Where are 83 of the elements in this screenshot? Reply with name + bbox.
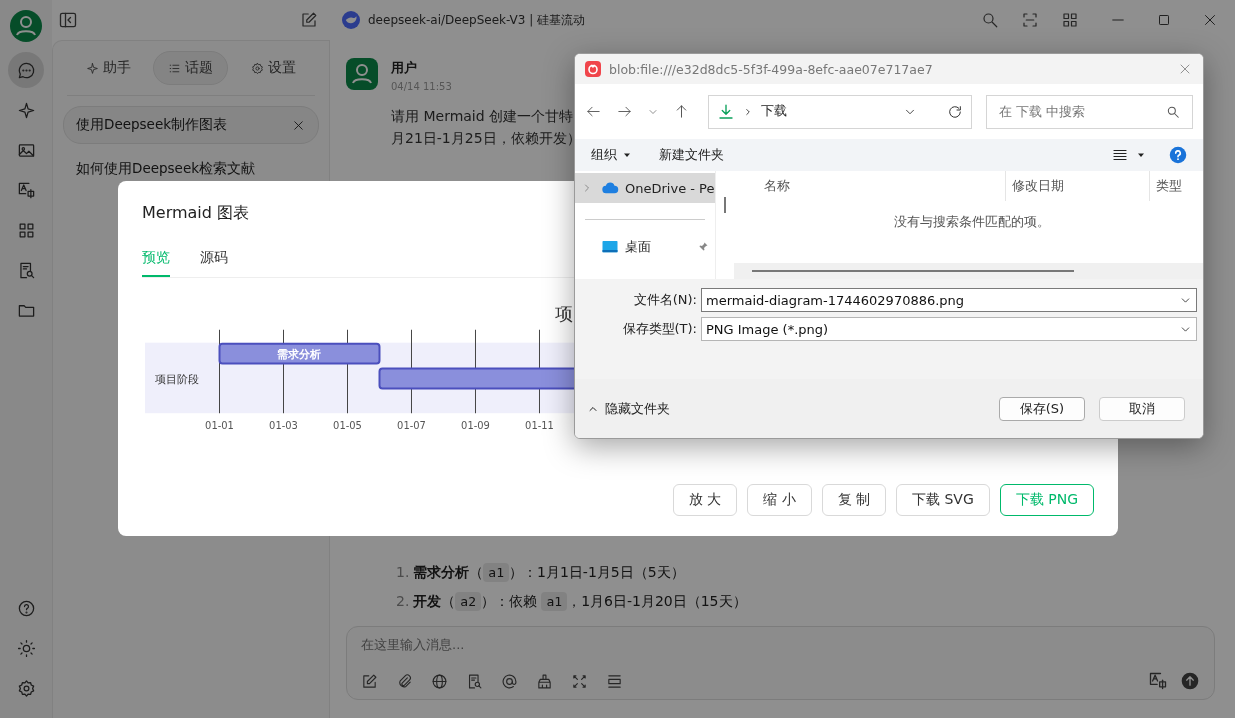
message-text: 请用 Mermaid 创建一个甘特 [391, 107, 575, 126]
message-input[interactable]: 在这里输入消息... [361, 637, 1200, 652]
column-header[interactable]: 修改日期 [1006, 171, 1150, 201]
chat-icon [16, 60, 36, 80]
dialog-button[interactable]: 保存(S) [999, 396, 1085, 421]
search-icon[interactable] [981, 11, 999, 29]
sidebar-tab[interactable]: 助手 [70, 51, 146, 85]
pin-icon [697, 241, 709, 253]
topic-title: 如何使用Deepseek检索文献 [76, 160, 256, 178]
message-text: 月21日-1月25日，依赖开发） [391, 129, 581, 148]
paperclip-icon[interactable] [396, 672, 413, 690]
edit-icon[interactable] [300, 11, 318, 29]
list-item-text: 需求分析（ a1 ）：1月1日-1月5日（5天） [413, 562, 685, 584]
hide-folders-toggle[interactable]: 隐藏文件夹 [605, 399, 670, 418]
sparkle-icon [85, 61, 99, 75]
brush-icon[interactable] [536, 672, 553, 690]
author-name: 用户 [391, 59, 418, 77]
edit-icon[interactable] [361, 672, 378, 690]
tick-label: 01-03 [269, 420, 298, 432]
file-field[interactable]: mermaid-diagram-1744602970886.png [701, 288, 1197, 312]
topic-item[interactable]: 使用Deepseek制作图表 [63, 106, 319, 144]
list-number: 2. [396, 592, 410, 611]
rail-button[interactable] [8, 52, 44, 88]
user-avatar [346, 58, 378, 90]
chevron-right-icon [743, 106, 753, 117]
dialog-button[interactable]: 缩 小 [747, 484, 812, 516]
file-field[interactable]: PNG Image (*.png) [701, 317, 1197, 341]
nav-item[interactable]: 桌面 [575, 232, 715, 262]
sidebar-toggle-icon[interactable] [58, 10, 78, 30]
app-logo [585, 61, 601, 77]
globe-icon[interactable] [431, 672, 448, 690]
message-time: 04/14 11:53 [391, 81, 453, 92]
model-title: deepseek-ai/DeepSeek-V3 | 硅基流动 [368, 11, 586, 29]
address-bar[interactable]: 下载 [708, 94, 972, 129]
at-sign-icon[interactable] [501, 672, 518, 690]
column-header[interactable]: 名称 [734, 171, 1006, 201]
empty-message: 没有与搜索条件匹配的项。 [893, 214, 1051, 231]
rows-icon[interactable] [606, 672, 623, 690]
tick-label: 01-07 [397, 420, 426, 432]
field-label: 文件名(N): [633, 291, 697, 309]
topic-title: 使用Deepseek制作图表 [76, 116, 228, 134]
tick-label: 01-11 [525, 420, 554, 432]
dialog-button[interactable]: 取消 [1099, 396, 1185, 421]
expand-icon[interactable] [571, 672, 588, 690]
download-icon [717, 102, 735, 121]
translate-icon[interactable] [1148, 671, 1168, 691]
tick-label: 01-01 [205, 420, 234, 432]
help-icon[interactable] [1169, 146, 1187, 164]
section-label: 项目阶段 [154, 373, 199, 387]
new-folder-button[interactable]: 新建文件夹 [659, 146, 724, 164]
dialog-title: Mermaid 图表 [142, 202, 250, 224]
scrollbar[interactable] [752, 270, 1074, 272]
refresh-icon[interactable] [947, 103, 963, 120]
nav-item[interactable]: OneDrive - Pe [575, 173, 715, 203]
help-icon[interactable] [16, 598, 36, 618]
dialog-title: blob:file:///e32d8dc5-5f3f-499a-8efc-aae07e717ae7 [609, 61, 933, 77]
sidebar-tab[interactable]: 话题 [153, 51, 229, 85]
sparkle-icon [16, 100, 36, 120]
chart-title: 项 [555, 302, 574, 324]
sidebar-tab[interactable]: 设置 [236, 51, 312, 85]
translate-icon [16, 180, 36, 200]
search-icon [1166, 104, 1180, 119]
grid-icon[interactable] [1061, 11, 1079, 29]
organize-menu[interactable]: 组织 [591, 146, 617, 164]
tick-label: 01-05 [333, 420, 362, 432]
dialog-button[interactable]: 下载 SVG [896, 484, 990, 516]
sun-icon[interactable] [16, 638, 36, 658]
dialog-button[interactable]: 放 大 [672, 484, 738, 516]
document-search-icon[interactable] [466, 672, 483, 690]
user-avatar [10, 10, 42, 42]
task-label: 需求分析 [277, 347, 322, 361]
send-icon[interactable] [1180, 671, 1200, 691]
dialog-tab[interactable]: 源码 [200, 243, 228, 277]
settings-icon[interactable] [16, 678, 36, 698]
tick-label: 01-09 [461, 420, 490, 432]
list-item-text: 开发（ a2 ）：依赖 a1 ，1月6日-1月20日（15天） [413, 591, 747, 613]
dialog-button[interactable]: 复 制 [821, 484, 886, 516]
field-label: 保存类型(T): [622, 320, 697, 338]
search-box[interactable]: 在 下载 中搜索 [986, 94, 1193, 129]
scan-icon[interactable] [1021, 11, 1039, 29]
column-header[interactable]: 类型 [1150, 171, 1203, 201]
settings-icon [251, 61, 265, 75]
list-number: 1. [396, 563, 410, 582]
